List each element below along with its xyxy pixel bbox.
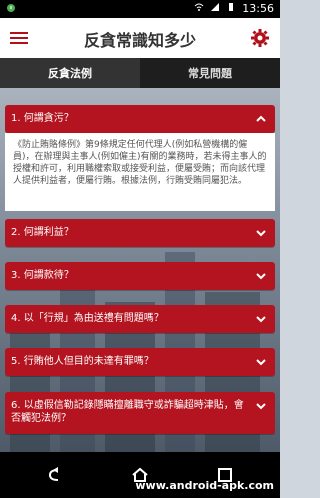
app-bar: 反貪常識知多少 — [0, 18, 280, 59]
battery-icon — [226, 2, 236, 15]
faq-item-4[interactable]: 4. 以「行規」為由送禮有問題嗎？ — [5, 305, 275, 333]
faq-item-2[interactable]: 2. 何謂利益？ — [5, 219, 275, 247]
clock: 13:56 — [242, 2, 274, 15]
navigation-bar: www.android-apk.com — [0, 452, 280, 498]
chevron-down-icon — [256, 403, 266, 410]
faq-question: 4. 以「行規」為由送禮有問題嗎？ — [11, 313, 164, 324]
faq-question: 5. 行賄他人但目的未達有罪嗎？ — [11, 356, 154, 367]
chevron-down-icon — [256, 359, 266, 366]
chevron-down-icon — [256, 273, 266, 280]
back-icon[interactable] — [46, 466, 64, 484]
faq-answer-1: 《防止賄賂條例》第9條規定任何代理人(例如私營機構的僱員)，在辦理與主事人(例如… — [5, 133, 275, 211]
tab-laws[interactable]: 反貪法例 — [0, 58, 140, 88]
faq-question: 2. 何謂利益？ — [11, 227, 74, 238]
page-title: 反貪常識知多少 — [83, 31, 196, 50]
faq-item-3[interactable]: 3. 何謂款待？ — [5, 262, 275, 290]
chevron-down-icon — [256, 316, 266, 323]
watermark: www.android-apk.com — [135, 479, 274, 492]
status-bar: 13:56 — [0, 0, 280, 18]
signal-icon — [210, 2, 220, 15]
faq-question: 3. 何謂款待？ — [11, 270, 74, 281]
tab-bar: 反貪法例 常見問題 — [0, 58, 280, 88]
gear-icon[interactable] — [250, 28, 270, 48]
faq-question: 1. 何謂貪污？ — [11, 113, 74, 124]
chevron-down-icon — [256, 230, 266, 237]
tab-faq[interactable]: 常見問題 — [140, 58, 280, 88]
notification-icon — [6, 3, 16, 16]
faq-item-5[interactable]: 5. 行賄他人但目的未達有罪嗎？ — [5, 348, 275, 376]
wifi-icon — [194, 2, 204, 15]
faq-question: 6. 以虛假信勒記錄隱瞞擅離職守或詐騙超時津貼，會否觸犯法例？ — [11, 400, 244, 424]
faq-item-6[interactable]: 6. 以虛假信勒記錄隱瞞擅離職守或詐騙超時津貼，會否觸犯法例？ — [5, 392, 275, 434]
faq-item-1[interactable]: 1. 何謂貪污？ — [5, 105, 275, 133]
chevron-up-icon — [256, 115, 266, 122]
